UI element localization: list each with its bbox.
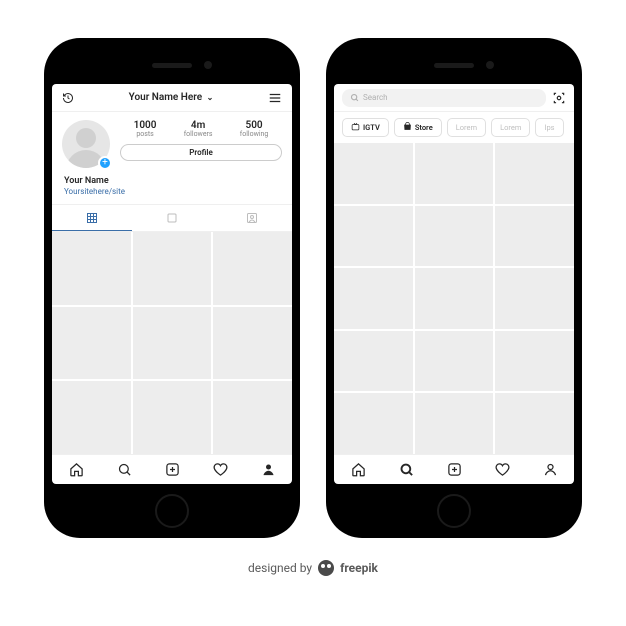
explore-thumbnail[interactable]	[415, 143, 494, 204]
search-placeholder: Search	[363, 93, 388, 102]
phone-speaker	[434, 63, 474, 68]
post-thumbnail[interactable]	[133, 381, 212, 454]
explore-thumbnail[interactable]	[334, 393, 413, 454]
nav-search[interactable]	[100, 455, 148, 484]
phone-front-camera	[486, 61, 494, 69]
phone-mockup-search: Search IGTV Store	[326, 38, 582, 538]
nav-profile[interactable]	[526, 455, 574, 484]
profile-posts-grid	[52, 232, 292, 454]
nav-new-post[interactable]	[430, 455, 478, 484]
search-screen: Search IGTV Store	[334, 84, 574, 484]
phone-speaker	[152, 63, 192, 68]
profile-stats-row: + 1000 posts 4m followers 500	[52, 112, 292, 172]
grid-view-tab[interactable]	[52, 205, 132, 231]
post-thumbnail[interactable]	[133, 307, 212, 380]
explore-thumbnail[interactable]	[334, 143, 413, 204]
post-thumbnail[interactable]	[213, 307, 292, 380]
post-thumbnail[interactable]	[213, 381, 292, 454]
bottom-nav	[52, 454, 292, 484]
profile-username-text: Your Name Here	[129, 92, 203, 103]
phone-home-button[interactable]	[437, 494, 471, 528]
post-thumbnail[interactable]	[52, 232, 131, 305]
nav-activity[interactable]	[478, 455, 526, 484]
phone-top-bezel	[52, 46, 292, 84]
stat-followers[interactable]: 4m followers	[184, 120, 213, 139]
chip-igtv[interactable]: IGTV	[342, 118, 389, 137]
chip-category[interactable]: Lorem	[447, 118, 486, 137]
explore-thumbnail[interactable]	[334, 331, 413, 392]
profile-view-tabs	[52, 204, 292, 232]
post-thumbnail[interactable]	[133, 232, 212, 305]
search-input[interactable]: Search	[342, 89, 546, 107]
stat-posts[interactable]: 1000 posts	[134, 120, 157, 139]
edit-profile-button[interactable]: Profile	[120, 144, 282, 161]
freepik-logo-icon	[318, 560, 334, 576]
chip-category[interactable]: Lorem	[491, 118, 530, 137]
explore-thumbnail[interactable]	[415, 331, 494, 392]
chip-store[interactable]: Store	[394, 118, 442, 137]
bottom-nav	[334, 454, 574, 484]
attribution-brand: freepik	[340, 561, 378, 575]
explore-thumbnail[interactable]	[495, 331, 574, 392]
nav-home[interactable]	[334, 455, 382, 484]
nav-new-post[interactable]	[148, 455, 196, 484]
explore-thumbnail[interactable]	[495, 268, 574, 329]
explore-thumbnail[interactable]	[495, 206, 574, 267]
profile-stats: 1000 posts 4m followers 500 following Pr…	[120, 120, 282, 161]
profile-website-link[interactable]: Yoursitehere/site	[64, 187, 280, 197]
nav-profile[interactable]	[244, 455, 292, 484]
bag-icon	[403, 122, 412, 133]
explore-thumbnail[interactable]	[334, 268, 413, 329]
attribution: designed by freepik	[248, 560, 378, 576]
scan-icon[interactable]	[552, 91, 566, 105]
profile-header: Your Name Here ⌄	[52, 84, 292, 112]
hamburger-menu-icon[interactable]	[268, 91, 282, 105]
post-thumbnail[interactable]	[52, 307, 131, 380]
stat-posts-label: posts	[134, 131, 157, 139]
add-story-badge[interactable]: +	[98, 156, 112, 170]
phone-front-camera	[204, 61, 212, 69]
attribution-prefix: designed by	[248, 561, 312, 575]
profile-screen: Your Name Here ⌄ + 1000 posts	[52, 84, 292, 484]
profile-username-title[interactable]: Your Name Here ⌄	[74, 92, 268, 103]
stat-followers-label: followers	[184, 131, 213, 139]
profile-display-name: Your Name	[64, 176, 280, 187]
search-icon	[350, 93, 359, 102]
post-thumbnail[interactable]	[213, 232, 292, 305]
stat-following-label: following	[240, 131, 269, 139]
explore-thumbnail[interactable]	[495, 393, 574, 454]
nav-activity[interactable]	[196, 455, 244, 484]
chip-category[interactable]: Ips	[535, 118, 563, 137]
phone-mockup-profile: Your Name Here ⌄ + 1000 posts	[44, 38, 300, 538]
chip-igtv-label: IGTV	[363, 123, 380, 132]
chip-store-label: Store	[415, 123, 433, 132]
tagged-view-tab[interactable]	[212, 205, 292, 231]
phone-home-button[interactable]	[155, 494, 189, 528]
explore-grid	[334, 143, 574, 454]
explore-thumbnail[interactable]	[334, 206, 413, 267]
phone-top-bezel	[334, 46, 574, 84]
tv-icon	[351, 122, 360, 133]
explore-thumbnail[interactable]	[415, 206, 494, 267]
stat-following[interactable]: 500 following	[240, 120, 269, 139]
history-icon[interactable]	[62, 92, 74, 104]
explore-category-chips: IGTV Store Lorem Lorem Ips	[334, 112, 574, 143]
chevron-down-icon: ⌄	[207, 93, 214, 102]
feed-view-tab[interactable]	[132, 205, 212, 231]
search-header: Search	[334, 84, 574, 112]
nav-home[interactable]	[52, 455, 100, 484]
post-thumbnail[interactable]	[52, 381, 131, 454]
explore-thumbnail[interactable]	[495, 143, 574, 204]
profile-bio: Your Name Yoursitehere/site	[52, 172, 292, 204]
explore-thumbnail[interactable]	[415, 268, 494, 329]
profile-avatar[interactable]: +	[62, 120, 110, 168]
explore-thumbnail[interactable]	[415, 393, 494, 454]
nav-search[interactable]	[382, 455, 430, 484]
